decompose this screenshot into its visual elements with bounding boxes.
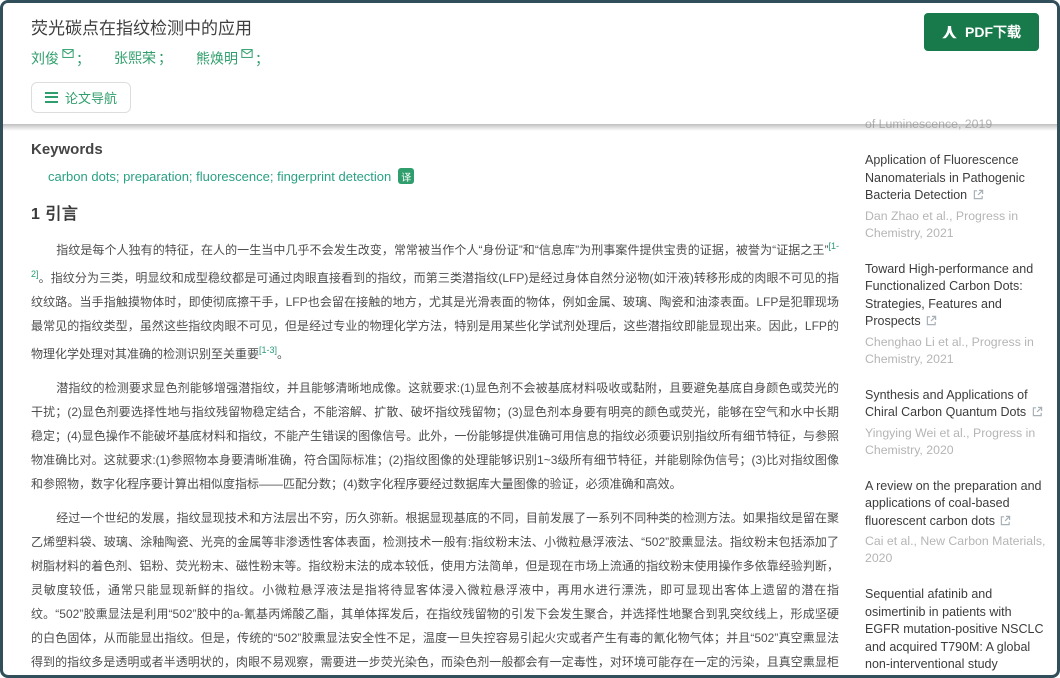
keywords-text[interactable]: carbon dots; preparation; fluorescence; …: [48, 169, 391, 184]
pdf-download-button[interactable]: PDF下载: [924, 13, 1039, 51]
related-article-citation: Chenghao Li et al., Progress in Chemistr…: [865, 334, 1048, 368]
article-body: Keywords carbon dots; preparation; fluor…: [31, 115, 839, 678]
related-article-link[interactable]: Sequential afatinib and osimertinib in p…: [865, 586, 1048, 678]
article-page: 荧光碳点在指纹检测中的应用 刘俊； 张熙荣； 熊焕明； 论文导航 PDF下载 Key…: [0, 0, 1060, 678]
email-icon[interactable]: [241, 48, 253, 61]
paper-navigation-button[interactable]: 论文导航: [31, 82, 131, 113]
paragraphs: 指纹是每个人独有的特征，在人的一生当中几乎不会发生改变，常常被当作个人“身份证”…: [31, 234, 839, 678]
body-paragraph: 潜指纹的检测要求显色剂能够增强潜指纹，并且能够清晰地成像。这就要求:(1)显色剂…: [31, 376, 839, 496]
related-article-citation: Yingying Wei et al., Progress in Chemist…: [865, 425, 1048, 459]
header-divider: [3, 124, 1057, 131]
keywords-line: carbon dots; preparation; fluorescence; …: [48, 168, 839, 184]
body-paragraph: 经过一个世纪的发展，指纹显现技术和方法层出不穷，历久弥新。根据显现基底的不同，目…: [31, 506, 839, 678]
related-article-link[interactable]: Toward High-performance and Functionaliz…: [865, 261, 1048, 331]
article-header: 荧光碳点在指纹检测中的应用 刘俊； 张熙荣； 熊焕明； 论文导航 PDF下载: [3, 3, 1057, 115]
related-article: A review on the preparation and applicat…: [865, 478, 1048, 568]
pdf-reader-icon: [942, 26, 957, 39]
reference-link[interactable]: [1-2]: [31, 241, 839, 279]
related-article: Toward High-performance and Functionaliz…: [865, 261, 1048, 368]
author-separator: ；: [158, 50, 172, 66]
hamburger-icon: [45, 92, 58, 103]
related-article-link[interactable]: Synthesis and Applications of Chiral Car…: [865, 387, 1048, 422]
related-article: Application of Fluorescence Nanomaterial…: [865, 152, 1048, 242]
content-area: Keywords carbon dots; preparation; fluor…: [3, 115, 1057, 675]
related-article-citation: Dan Zhao et al., Progress in Chemistry, …: [865, 208, 1048, 242]
authors: 刘俊； 张熙荣； 熊焕明；: [31, 48, 1039, 69]
external-link-icon: [926, 315, 937, 326]
author-link[interactable]: 张熙荣；: [114, 48, 172, 68]
related-list: Application of Fluorescence Nanomaterial…: [865, 152, 1048, 678]
external-link-icon: [1000, 515, 1011, 526]
related-article: Sequential afatinib and osimertinib in p…: [865, 586, 1048, 678]
reference-link[interactable]: [1-3]: [259, 345, 277, 355]
translate-badge[interactable]: 译: [398, 168, 414, 184]
page-title: 荧光碳点在指纹检测中的应用: [31, 14, 1039, 39]
related-sidebar: of Luminescence, 2019 Application of Flu…: [865, 115, 1048, 678]
pdf-download-label: PDF下载: [965, 22, 1021, 42]
email-icon[interactable]: [62, 48, 74, 61]
section-heading: 1 引言: [31, 200, 839, 224]
author-link[interactable]: 刘俊；: [31, 48, 90, 69]
author-link[interactable]: 熊焕明；: [196, 48, 269, 69]
keywords-heading: Keywords: [31, 141, 839, 158]
paper-navigation-label: 论文导航: [65, 88, 117, 107]
related-article-citation: Cai et al., New Carbon Materials, 2020: [865, 533, 1048, 567]
related-article-link[interactable]: Application of Fluorescence Nanomaterial…: [865, 152, 1048, 205]
body-paragraph: 指纹是每个人独有的特征，在人的一生当中几乎不会发生改变，常常被当作个人“身份证”…: [31, 234, 839, 366]
related-article-link[interactable]: A review on the preparation and applicat…: [865, 478, 1048, 531]
related-article: Synthesis and Applications of Chiral Car…: [865, 387, 1048, 459]
external-link-icon: [973, 189, 984, 200]
author-separator: ；: [255, 51, 269, 67]
author-separator: ；: [76, 51, 90, 67]
external-link-icon: [1032, 406, 1043, 417]
